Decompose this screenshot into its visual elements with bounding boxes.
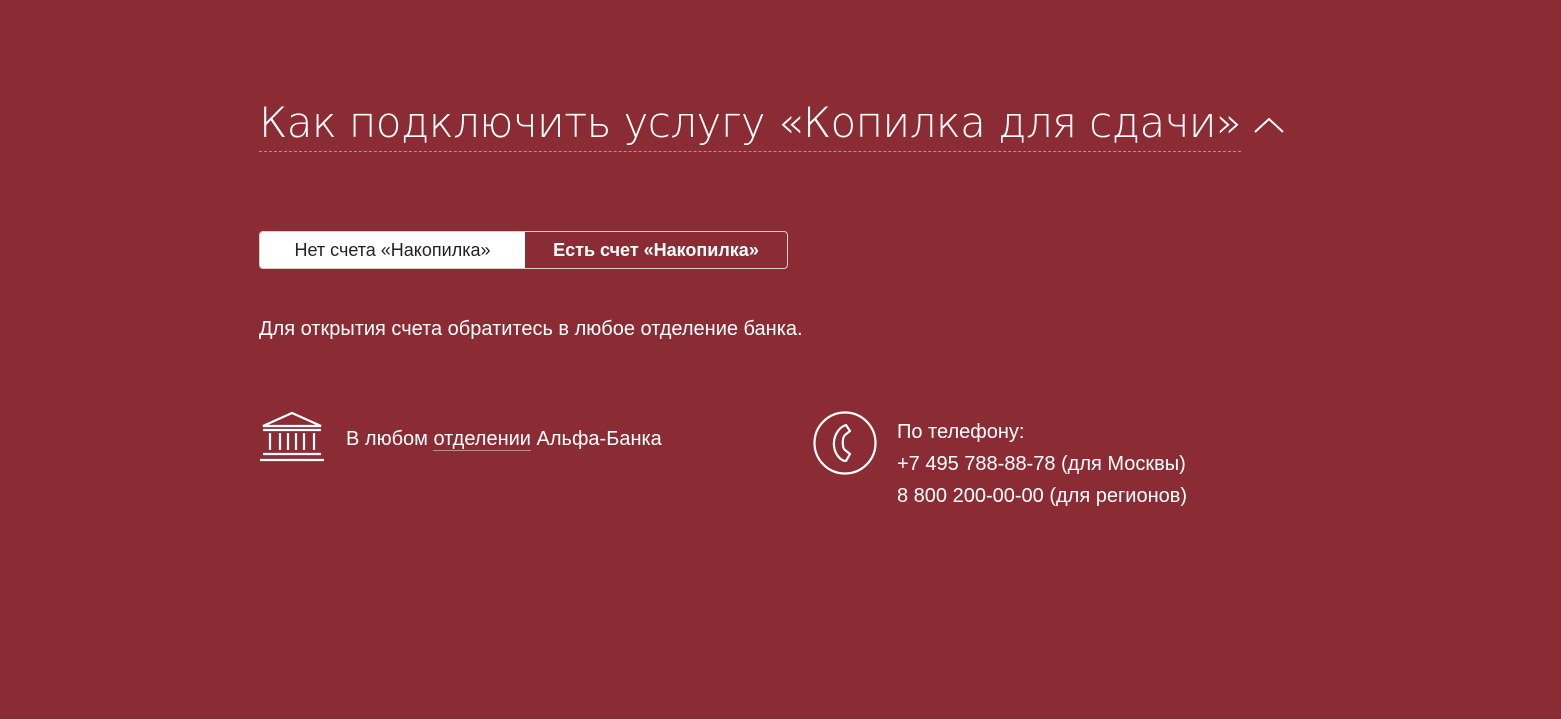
phone-moscow[interactable]: +7 495 788-88-78 (для Москвы) bbox=[897, 448, 1187, 480]
branch-prefix: В любом bbox=[346, 428, 428, 450]
phone-lines: По телефону: +7 495 788-88-78 (для Москв… bbox=[897, 416, 1187, 512]
page-content: Как подключить услугу «Копилка для сдачи… bbox=[259, 0, 1284, 719]
account-tabs: Нет счета «Накопилка» Есть счет «Накопил… bbox=[259, 231, 788, 269]
bank-building-icon bbox=[260, 411, 324, 462]
branch-suffix: Альфа-Банка bbox=[536, 428, 662, 450]
branch-option: В любом отделении Альфа-Банка bbox=[259, 410, 662, 464]
phone-regions[interactable]: 8 800 200-00-00 (для регионов) bbox=[897, 480, 1187, 512]
tab-no-account[interactable]: Нет счета «Накопилка» bbox=[260, 232, 525, 268]
branch-text: В любом отделении Альфа-Банка bbox=[346, 426, 662, 452]
phone-icon bbox=[813, 411, 877, 475]
section-heading-toggle[interactable]: Как подключить услугу «Копилка для сдачи… bbox=[259, 97, 1242, 152]
phone-label: По телефону: bbox=[897, 421, 1025, 443]
tab-description: Для открытия счета обратитесь в любое от… bbox=[259, 318, 803, 340]
branch-link[interactable]: отделении bbox=[433, 428, 531, 451]
chevron-up-icon[interactable] bbox=[1253, 115, 1285, 135]
section-heading-row: Как подключить услугу «Копилка для сдачи… bbox=[259, 97, 1285, 152]
tab-has-account[interactable]: Есть счет «Накопилка» bbox=[525, 232, 787, 268]
phone-option: По телефону: +7 495 788-88-78 (для Москв… bbox=[812, 410, 1187, 512]
